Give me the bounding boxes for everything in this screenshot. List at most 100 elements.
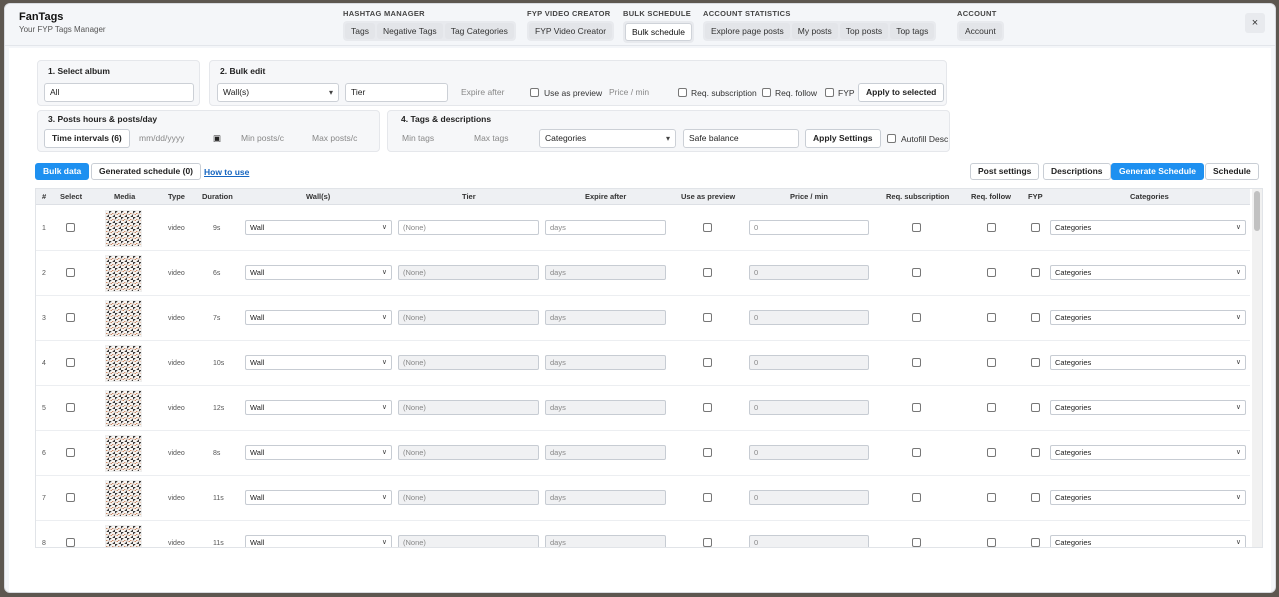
row-categories-select[interactable]: Categories [1050,355,1246,370]
row-expire-input[interactable]: days [545,535,666,547]
row-wall-select[interactable]: Wall [245,445,392,460]
row-use-as-preview-checkbox[interactable] [703,223,712,232]
media-thumbnail[interactable] [105,390,142,427]
row-price-input[interactable]: 0 [749,445,869,460]
row-price-input[interactable]: 0 [749,535,869,547]
table-scrollbar[interactable] [1252,189,1262,547]
row-req-subscription-checkbox[interactable] [912,268,921,277]
bulk-expire-input[interactable]: Expire after [455,83,520,102]
row-req-follow-checkbox[interactable] [987,313,996,322]
row-req-subscription-checkbox[interactable] [912,313,921,322]
nav-top-posts-button[interactable]: Top posts [839,23,889,39]
row-price-input[interactable]: 0 [749,220,869,235]
row-tier-select[interactable]: (None) [398,265,539,280]
row-select-checkbox[interactable] [66,493,75,502]
descriptions-button[interactable]: Descriptions [1043,163,1111,180]
row-wall-select[interactable]: Wall [245,400,392,415]
media-thumbnail[interactable] [105,525,142,547]
bulk-req-subscription-checkbox[interactable] [678,88,687,97]
media-thumbnail[interactable] [105,345,142,382]
row-fyp-checkbox[interactable] [1031,403,1040,412]
row-select-checkbox[interactable] [66,448,75,457]
row-select-checkbox[interactable] [66,313,75,322]
media-thumbnail[interactable] [105,480,142,517]
min-tags-input[interactable]: Min tags [396,129,460,148]
nav-explore-page-posts-button[interactable]: Explore page posts [705,23,790,39]
row-expire-input[interactable]: days [545,265,666,280]
how-to-use-link[interactable]: How to use [204,167,249,177]
max-posts-input[interactable]: Max posts/c [306,129,371,148]
row-use-as-preview-checkbox[interactable] [703,313,712,322]
nav-bulk-schedule-button[interactable]: Bulk schedule [625,23,692,41]
row-req-subscription-checkbox[interactable] [912,493,921,502]
row-tier-select[interactable]: (None) [398,220,539,235]
row-price-input[interactable]: 0 [749,400,869,415]
row-fyp-checkbox[interactable] [1031,358,1040,367]
row-tier-select[interactable]: (None) [398,400,539,415]
row-tier-select[interactable]: (None) [398,490,539,505]
row-use-as-preview-checkbox[interactable] [703,448,712,457]
bulk-price-input[interactable]: Price / min [603,83,671,102]
row-categories-select[interactable]: Categories [1050,400,1246,415]
row-price-input[interactable]: 0 [749,355,869,370]
media-thumbnail[interactable] [105,255,142,292]
generated-schedule-button[interactable]: Generated schedule (0) [91,163,202,180]
generate-schedule-button[interactable]: Generate Schedule [1111,163,1205,180]
album-input[interactable]: All [44,83,194,102]
row-wall-select[interactable]: Wall [245,490,392,505]
nav-tag-categories-button[interactable]: Tag Categories [444,23,514,39]
row-categories-select[interactable]: Categories [1050,310,1246,325]
row-fyp-checkbox[interactable] [1031,223,1040,232]
media-thumbnail[interactable] [105,435,142,472]
row-select-checkbox[interactable] [66,268,75,277]
close-icon[interactable]: × [1245,13,1265,33]
bulk-fyp-checkbox[interactable] [825,88,834,97]
row-req-follow-checkbox[interactable] [987,493,996,502]
row-req-subscription-checkbox[interactable] [912,223,921,232]
categories-select[interactable]: Categories [539,129,676,148]
row-req-subscription-checkbox[interactable] [912,448,921,457]
schedule-button[interactable]: Schedule [1205,163,1259,180]
bulk-data-button[interactable]: Bulk data [35,163,90,180]
bulk-wall-select[interactable]: Wall(s) [217,83,339,102]
nav-fyp-video-creator-button[interactable]: FYP Video Creator [529,23,613,39]
row-expire-input[interactable]: days [545,400,666,415]
row-fyp-checkbox[interactable] [1031,538,1040,547]
row-price-input[interactable]: 0 [749,265,869,280]
row-categories-select[interactable]: Categories [1050,265,1246,280]
row-wall-select[interactable]: Wall [245,310,392,325]
nav-my-posts-button[interactable]: My posts [791,23,838,39]
media-thumbnail[interactable] [105,300,142,337]
row-tier-select[interactable]: (None) [398,310,539,325]
min-posts-input[interactable]: Min posts/c [235,129,300,148]
row-categories-select[interactable]: Categories [1050,535,1246,547]
row-expire-input[interactable]: days [545,310,666,325]
safe-balance-input[interactable]: Safe balance [683,129,799,148]
row-use-as-preview-checkbox[interactable] [703,403,712,412]
row-req-follow-checkbox[interactable] [987,403,996,412]
start-date-input[interactable]: mm/dd/yyyy ▣ [133,129,228,148]
row-use-as-preview-checkbox[interactable] [703,538,712,547]
nav-account-button[interactable]: Account [959,23,1002,39]
row-select-checkbox[interactable] [66,223,75,232]
row-tier-select[interactable]: (None) [398,445,539,460]
row-req-follow-checkbox[interactable] [987,448,996,457]
row-req-follow-checkbox[interactable] [987,538,996,547]
row-categories-select[interactable]: Categories [1050,445,1246,460]
autofill-desc-checkbox[interactable] [887,134,896,143]
bulk-use-as-preview-checkbox[interactable] [530,88,539,97]
row-req-subscription-checkbox[interactable] [912,538,921,547]
row-categories-select[interactable]: Categories [1050,490,1246,505]
row-tier-select[interactable]: (None) [398,355,539,370]
calendar-icon[interactable]: ▣ [213,130,221,147]
row-wall-select[interactable]: Wall [245,535,392,547]
row-expire-input[interactable]: days [545,355,666,370]
row-fyp-checkbox[interactable] [1031,268,1040,277]
row-select-checkbox[interactable] [66,538,75,547]
row-fyp-checkbox[interactable] [1031,448,1040,457]
row-fyp-checkbox[interactable] [1031,493,1040,502]
row-price-input[interactable]: 0 [749,310,869,325]
apply-to-selected-button[interactable]: Apply to selected [858,83,945,102]
row-use-as-preview-checkbox[interactable] [703,358,712,367]
row-wall-select[interactable]: Wall [245,265,392,280]
